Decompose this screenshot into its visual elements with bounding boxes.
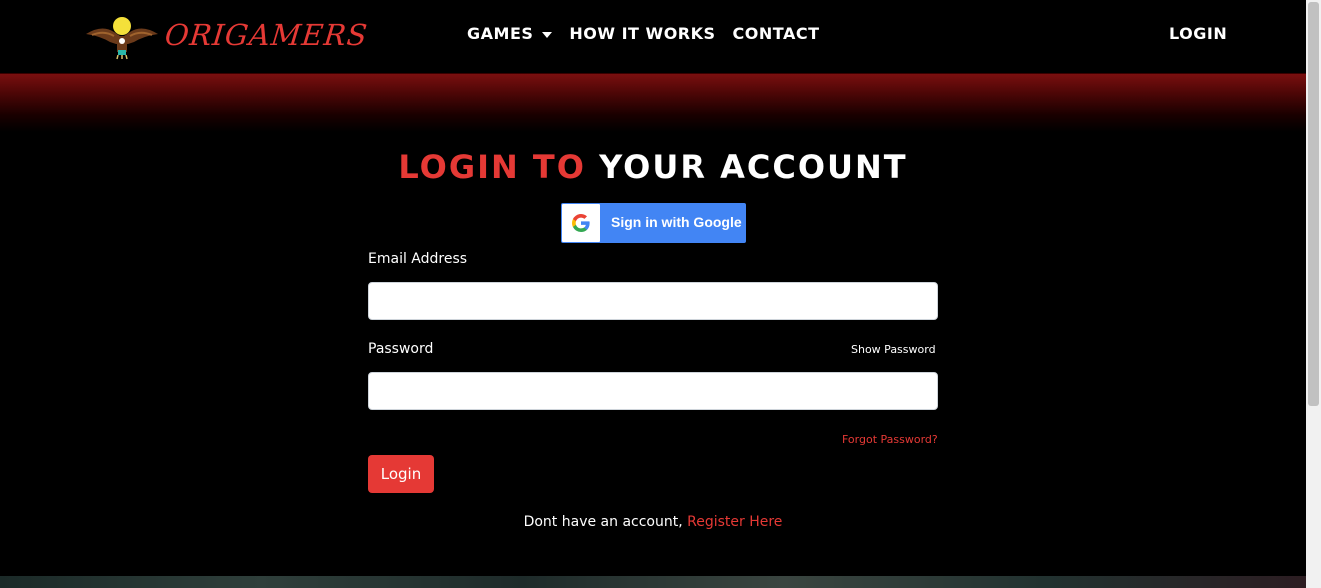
background-image-strip (0, 576, 1306, 588)
forgot-password-link[interactable]: Forgot Password? (842, 433, 938, 446)
google-signin-label: Sign in with Google (611, 214, 742, 230)
top-navbar: ORIGAMERS GAMES HOW IT WORKS CONTACT LOG… (0, 0, 1306, 74)
nav-login[interactable]: LOGIN (1169, 24, 1227, 43)
register-text: Dont have an account, (523, 514, 683, 530)
chevron-down-icon (542, 31, 553, 38)
brand-name[interactable]: ORIGAMERS (163, 18, 369, 52)
header-glow (0, 74, 1306, 132)
show-password-toggle[interactable]: Show Password (851, 343, 936, 356)
register-link[interactable]: Register Here (687, 514, 782, 530)
password-field[interactable] (368, 372, 938, 410)
register-prompt: Dont have an account, Register Here (0, 514, 1306, 530)
nav-contact[interactable]: CONTACT (733, 24, 820, 43)
nav-games-label: GAMES (467, 24, 534, 43)
login-button[interactable]: Login (368, 455, 434, 493)
page-title-accent: LOGIN TO (398, 148, 586, 186)
google-icon-container (562, 204, 600, 242)
scrollbar-thumb[interactable] (1308, 2, 1319, 406)
google-g-icon (572, 214, 590, 232)
eagle-logo-icon[interactable] (84, 14, 160, 60)
password-label: Password (368, 341, 434, 357)
page-title-rest: YOUR ACCOUNT (599, 148, 908, 186)
google-signin-button[interactable]: Sign in with Google (561, 203, 746, 243)
nav-how-it-works[interactable]: HOW IT WORKS (569, 24, 715, 43)
nav-games[interactable]: GAMES (467, 24, 553, 43)
main-nav: GAMES HOW IT WORKS CONTACT (467, 24, 819, 43)
page-title: LOGIN TO YOUR ACCOUNT (0, 148, 1306, 186)
email-label: Email Address (368, 251, 468, 267)
email-field[interactable] (368, 282, 938, 320)
